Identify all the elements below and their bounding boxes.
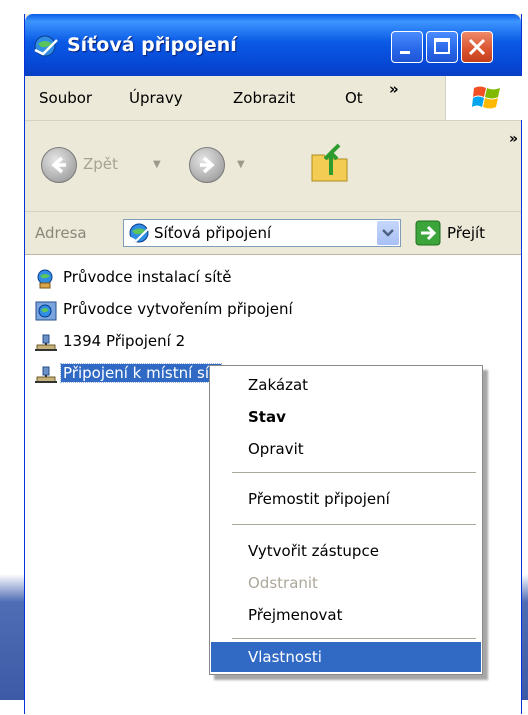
window-title: Síťová připojení [67, 34, 237, 56]
back-label[interactable]: Zpět [83, 155, 118, 173]
back-arrow-icon [51, 156, 66, 174]
ctx-create-shortcut[interactable]: Vytvořit zástupce [211, 536, 481, 566]
ctx-item-label: Přejmenovat [248, 606, 343, 624]
up-folder-button[interactable] [309, 139, 351, 189]
menu-soubor[interactable]: Soubor [39, 89, 92, 107]
close-button[interactable] [461, 31, 493, 63]
new-connection-wizard-icon [35, 301, 57, 321]
menu-overflow-chevron[interactable]: » [389, 80, 399, 98]
address-label: Adresa [35, 224, 87, 242]
list-item-label: Průvodce vytvořením připojení [63, 300, 293, 318]
address-bar: Adresa Síťová připojení Přejít [25, 212, 521, 255]
ctx-disable[interactable]: Zakázat [211, 370, 481, 400]
ctx-item-label: Vytvořit zástupce [248, 542, 379, 560]
address-combo[interactable]: Síťová připojení [123, 219, 401, 247]
ctx-item-label: Odstranit [248, 574, 318, 592]
forward-dropdown-icon[interactable]: ▼ [237, 159, 245, 170]
menu-upravy[interactable]: Úpravy [129, 89, 183, 107]
windows-flag-icon [472, 86, 500, 109]
ctx-separator [232, 472, 476, 473]
toolbar: » Zpět ▼ ▼ [25, 121, 521, 212]
go-label[interactable]: Přejít [447, 224, 485, 242]
network-connection-icon [35, 333, 57, 353]
minimize-icon [400, 51, 410, 54]
ctx-item-label: Stav [248, 408, 286, 426]
back-dropdown-icon[interactable]: ▼ [153, 159, 161, 170]
ctx-repair[interactable]: Opravit [211, 434, 481, 464]
maximize-button[interactable] [426, 31, 458, 63]
forward-button[interactable] [189, 147, 225, 183]
ctx-rename[interactable]: Přejmenovat [211, 600, 481, 630]
ctx-bridge[interactable]: Přemostit připojení [211, 484, 481, 514]
context-menu: Zakázat Stav Opravit Přemostit připojení… [209, 365, 483, 675]
up-folder-icon [311, 143, 348, 182]
windows-logo [445, 76, 524, 120]
chevron-down-icon [382, 229, 394, 237]
minimize-button[interactable] [391, 31, 423, 63]
ctx-properties[interactable]: Vlastnosti [211, 642, 481, 672]
network-globe-icon [128, 222, 150, 248]
close-icon [468, 38, 486, 56]
back-button[interactable] [41, 147, 77, 183]
ctx-item-label: Přemostit připojení [248, 490, 390, 508]
ctx-item-label: Zakázat [248, 376, 309, 394]
list-item-label: 1394 Připojení 2 [63, 332, 186, 350]
address-value[interactable]: Síťová připojení [154, 224, 271, 242]
title-bar[interactable]: Síťová připojení [25, 14, 521, 76]
ctx-separator [232, 638, 476, 639]
menu-bar: Soubor Úpravy Zobrazit Ot » [25, 76, 524, 121]
menu-zobrazit[interactable]: Zobrazit [233, 89, 295, 107]
network-connection-icon [35, 365, 57, 385]
network-setup-wizard-icon [35, 269, 57, 289]
go-arrow-icon [415, 220, 441, 246]
menu-oblibene[interactable]: Ot [345, 89, 363, 107]
forward-arrow-icon [200, 156, 215, 174]
go-button[interactable] [415, 220, 441, 246]
ctx-delete: Odstranit [211, 568, 481, 598]
toolbar-overflow-chevron[interactable]: » [509, 131, 518, 147]
list-item-label: Průvodce instalací sítě [63, 268, 232, 286]
ctx-status[interactable]: Stav [211, 402, 481, 432]
list-item-label: Připojení k místní síti [59, 363, 223, 383]
ctx-separator [232, 524, 476, 525]
address-dropdown-button[interactable] [377, 221, 399, 245]
ctx-item-label: Vlastnosti [248, 648, 322, 666]
network-connections-icon [33, 34, 59, 58]
maximize-icon [434, 38, 450, 54]
ctx-item-label: Opravit [248, 440, 304, 458]
